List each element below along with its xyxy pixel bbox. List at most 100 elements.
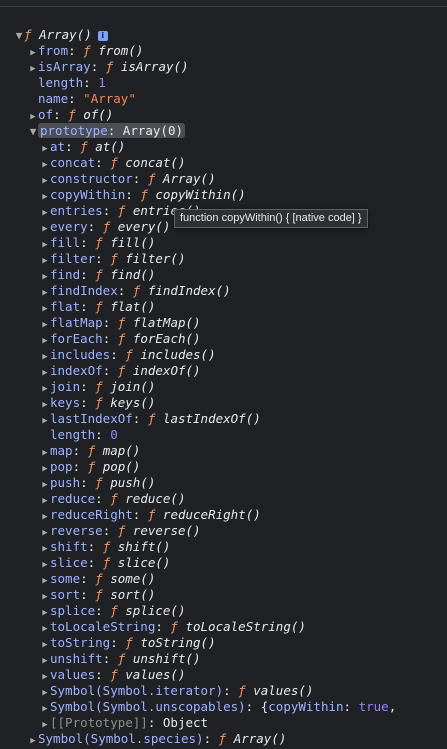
tree-item[interactable]: ▶ every: ƒ every() xyxy=(40,219,170,235)
property-key: values xyxy=(50,667,96,682)
tree-item[interactable]: ▶ toLocaleString: ƒ toLocaleString() xyxy=(40,619,306,635)
tree-item[interactable]: ▶ keys: ƒ keys() xyxy=(40,395,155,411)
function-icon: ƒ xyxy=(95,235,111,250)
tree-item[interactable]: ▶ pop: ƒ pop() xyxy=(40,459,140,475)
function-value: toLocaleString() xyxy=(185,619,306,634)
expand-arrow-icon[interactable]: ▶ xyxy=(28,733,38,749)
tree-item[interactable]: ▶ slice: ƒ slice() xyxy=(40,555,170,571)
function-icon: ƒ xyxy=(80,139,96,154)
tree-item[interactable]: ▶ from: ƒ from() xyxy=(28,43,143,59)
tree-item[interactable]: ▶ constructor: ƒ Array() xyxy=(40,171,215,187)
inner-key: copyWithin xyxy=(268,699,344,714)
collapse-arrow-icon[interactable]: ▼ xyxy=(28,124,38,140)
function-icon: ƒ xyxy=(147,507,163,522)
colon: : xyxy=(87,219,103,234)
colon: : xyxy=(80,235,96,250)
tree-item[interactable]: ▶ find: ƒ find() xyxy=(40,267,155,283)
colon: : xyxy=(80,475,96,490)
function-icon: ƒ xyxy=(24,27,40,42)
tree-item[interactable]: ▶ Symbol(Symbol.unscopables): {copyWithin… xyxy=(40,699,396,715)
function-icon: ƒ xyxy=(102,555,118,570)
property-key: flatMap xyxy=(50,315,103,330)
function-icon: ƒ xyxy=(117,203,133,218)
tree-item[interactable]: ▶ [[Prototype]]: Object xyxy=(40,715,208,731)
tree-item[interactable]: ▶ splice: ƒ splice() xyxy=(40,603,185,619)
tree-item[interactable]: ▶ copyWithin: ƒ copyWithin() xyxy=(40,187,245,203)
function-icon: ƒ xyxy=(102,539,118,554)
property-key: name xyxy=(38,91,69,106)
tree-item[interactable]: ▶ join: ƒ join() xyxy=(40,379,155,395)
tree-item[interactable]: length: 0 xyxy=(40,427,118,443)
tree-item[interactable]: ▶ isArray: ƒ isArray() xyxy=(28,59,188,75)
tree-item[interactable]: ▶ toString: ƒ toString() xyxy=(40,635,215,651)
tree-item[interactable]: ▶ map: ƒ map() xyxy=(40,443,140,459)
tree-item[interactable]: ▶ forEach: ƒ forEach() xyxy=(40,331,200,347)
tree-item[interactable]: ▶ reduceRight: ƒ reduceRight() xyxy=(40,507,260,523)
function-icon: ƒ xyxy=(68,107,84,122)
tree-item[interactable]: ▶ push: ƒ push() xyxy=(40,475,155,491)
tree-item[interactable]: ▶ fill: ƒ fill() xyxy=(40,235,155,251)
tree-item[interactable]: ▶ some: ƒ some() xyxy=(40,571,155,587)
property-key: constructor xyxy=(50,171,133,186)
tree-item[interactable]: name: "Array" xyxy=(28,91,136,107)
function-icon: ƒ xyxy=(83,43,99,58)
property-key: concat xyxy=(50,155,96,170)
property-key: sort xyxy=(50,587,81,602)
tree-item[interactable]: ▶ lastIndexOf: ƒ lastIndexOf() xyxy=(40,411,260,427)
tree-item[interactable]: ▶ indexOf: ƒ indexOf() xyxy=(40,363,200,379)
property-key: splice xyxy=(50,603,96,618)
function-value: pop() xyxy=(102,459,141,474)
devtools-toolbar-edge xyxy=(0,0,447,7)
tree-item[interactable]: ▶ Symbol(Symbol.species): ƒ Array() xyxy=(28,731,286,747)
colon: : xyxy=(95,155,111,170)
function-icon: ƒ xyxy=(117,363,133,378)
function-value: findIndex() xyxy=(147,283,231,298)
tree-item[interactable]: ▶ shift: ƒ shift() xyxy=(40,539,170,555)
property-key: length xyxy=(50,427,96,442)
colon: : xyxy=(102,523,118,538)
tree-item[interactable]: ▶ reverse: ƒ reverse() xyxy=(40,523,200,539)
function-icon: ƒ xyxy=(87,459,103,474)
colon: : xyxy=(102,363,118,378)
property-key: entries xyxy=(50,203,103,218)
tree-item[interactable]: ▶ reduce: ƒ reduce() xyxy=(40,491,185,507)
tree-item[interactable]: ▶ includes: ƒ includes() xyxy=(40,347,215,363)
function-icon: ƒ xyxy=(147,171,163,186)
property-key: slice xyxy=(50,555,88,570)
tree-item[interactable]: ▶ of: ƒ of() xyxy=(28,107,113,123)
tree-item[interactable]: ▶ filter: ƒ filter() xyxy=(40,251,185,267)
function-icon: ƒ xyxy=(110,155,126,170)
colon: : xyxy=(80,299,96,314)
function-icon: ƒ xyxy=(110,251,126,266)
collapse-arrow-icon[interactable]: ▼ xyxy=(14,28,24,44)
colon: : xyxy=(80,267,96,282)
tree-item[interactable]: length: 1 xyxy=(28,75,106,91)
tree-item[interactable]: ▶ flatMap: ƒ flatMap() xyxy=(40,315,200,331)
colon: : xyxy=(87,555,103,570)
colon: : xyxy=(95,603,111,618)
tree-item[interactable]: ▶ sort: ƒ sort() xyxy=(40,587,155,603)
prototype-node[interactable]: ▼ prototype: Array(0) xyxy=(28,123,186,140)
property-key: pop xyxy=(50,459,73,474)
tree-item[interactable]: ▶ Symbol(Symbol.iterator): ƒ values() xyxy=(40,683,313,699)
boolean-value: true xyxy=(358,699,389,714)
tree-item[interactable]: ▶ findIndex: ƒ findIndex() xyxy=(40,283,231,299)
function-icon: ƒ xyxy=(95,267,111,282)
tree-item[interactable]: ▶ values: ƒ values() xyxy=(40,667,185,683)
tree-item[interactable]: ▶ at: ƒ at() xyxy=(40,139,125,155)
root-node[interactable]: ▼ ƒ Array() i xyxy=(14,27,108,43)
colon: : xyxy=(53,107,69,122)
colon: : xyxy=(95,251,111,266)
colon: : xyxy=(95,491,111,506)
tree-item[interactable]: ▶ unshift: ƒ unshift() xyxy=(40,651,200,667)
colon: : xyxy=(90,59,106,74)
function-icon: ƒ xyxy=(87,443,103,458)
function-value: keys() xyxy=(110,395,156,410)
colon: : xyxy=(95,667,111,682)
tree-item[interactable]: ▶ concat: ƒ concat() xyxy=(40,155,186,171)
info-icon[interactable]: i xyxy=(97,31,108,41)
tree-item[interactable]: ▶ flat: ƒ flat() xyxy=(40,299,155,315)
function-value: concat() xyxy=(125,155,186,170)
property-key: includes xyxy=(50,347,111,362)
number-value: 0 xyxy=(110,427,118,442)
